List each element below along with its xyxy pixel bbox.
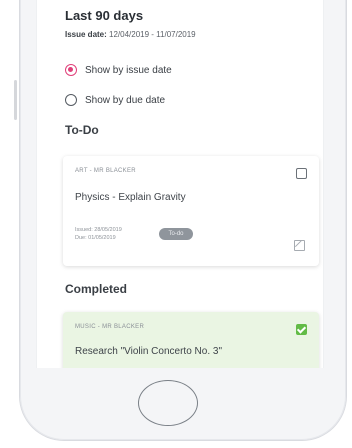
todo-card-due: Due: 01/05/2019: [75, 235, 116, 241]
todo-card-title: Physics - Explain Gravity: [75, 192, 186, 203]
filter-issue-date[interactable]: Show by issue date: [65, 64, 172, 76]
status-badge: To-do: [159, 228, 193, 240]
issue-date: Issue date: 12/04/2019 - 11/07/2019: [65, 30, 196, 39]
issue-date-label: Issue date:: [65, 30, 107, 39]
page-title: Last 90 days: [65, 8, 144, 23]
phone-side-button: [14, 80, 17, 120]
todo-section-title: To-Do: [65, 123, 99, 137]
todo-card-issued: Issued: 28/05/2019: [75, 227, 122, 233]
radio-selected-icon[interactable]: [65, 64, 77, 76]
edit-icon[interactable]: [294, 240, 305, 251]
todo-card-subject: ART - MR BLACKER: [75, 168, 136, 174]
todo-checkbox[interactable]: [296, 168, 307, 179]
filter-due-date[interactable]: Show by due date: [65, 94, 165, 106]
issue-date-range: 12/04/2019 - 11/07/2019: [109, 30, 196, 39]
filter-due-date-label: Show by due date: [85, 94, 166, 106]
filter-issue-date-label: Show by issue date: [85, 64, 172, 76]
app-screen: Last 90 days Issue date: 12/04/2019 - 11…: [36, 0, 324, 368]
completed-card[interactable]: MUSIC - MR BLACKER Research "Violin Conc…: [63, 312, 319, 368]
completed-section-title: Completed: [65, 282, 128, 296]
completed-checkbox-checked-icon[interactable]: [296, 324, 307, 335]
completed-card-title: Research "Violin Concerto No. 3": [75, 346, 222, 357]
completed-card-subject: MUSIC - MR BLACKER: [75, 324, 145, 330]
todo-card[interactable]: ART - MR BLACKER Physics - Explain Gravi…: [63, 156, 319, 266]
home-button[interactable]: [138, 380, 198, 426]
radio-icon[interactable]: [65, 94, 77, 106]
